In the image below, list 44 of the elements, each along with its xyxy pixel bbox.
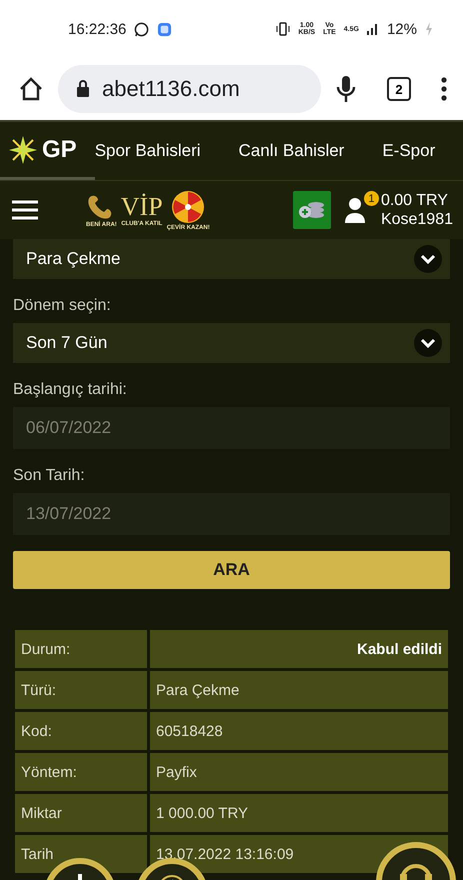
username: Kose1981 (380, 210, 453, 229)
wheel-icon (171, 190, 206, 224)
field-label: Son Tarih: (13, 467, 86, 485)
charging-icon (425, 22, 433, 36)
chevron-down-icon (414, 245, 442, 273)
table-cell: Kod: (15, 712, 147, 750)
app-notification-icon (157, 22, 172, 36)
address-bar[interactable]: abet1136.com (58, 65, 321, 113)
balance-amount: 0.00 TRY (380, 191, 449, 210)
table-cell: Türü: (15, 671, 147, 709)
table-cell: Para Çekme (150, 671, 448, 709)
table-cell: Miktar (15, 794, 147, 832)
nav-link[interactable]: Canlı Bahisler (238, 141, 344, 161)
notification-badge: 1 (364, 191, 379, 206)
nav-link[interactable]: Spor Bahisleri (94, 141, 201, 161)
chevron-down-icon (414, 329, 442, 357)
chat-icon (134, 22, 150, 36)
clock-time: 16:22:36 (68, 20, 126, 38)
signal-icon (366, 23, 379, 35)
search-button[interactable]: ARA (13, 551, 450, 589)
star-icon (8, 134, 38, 164)
table-cell: 1 000.00 TRY (150, 794, 448, 832)
lock-icon (76, 80, 90, 98)
table-cell: Yöntem: (15, 753, 147, 791)
field-label: Başlangıç tarihi: (13, 381, 128, 399)
deposit-button[interactable] (292, 191, 331, 229)
dropdown[interactable]: Son 7 Gün (13, 323, 450, 363)
table-cell: Kabul edildi (150, 630, 448, 668)
vip-logo: VİP (120, 194, 163, 220)
table-cell: 60518428 (150, 712, 448, 750)
home-icon[interactable] (18, 76, 44, 102)
more-menu-icon[interactable] (441, 77, 447, 101)
url-text: abet1136.com (102, 76, 240, 102)
menu-icon[interactable] (12, 200, 38, 220)
battery-percent: 12% (386, 20, 417, 38)
tab-switcher-button[interactable]: 2 (387, 77, 411, 101)
table-cell: Durum: (15, 630, 147, 668)
dropdown[interactable]: Para Çekme (13, 239, 450, 279)
nav-link[interactable]: E-Spor (382, 141, 436, 161)
table-cell: Payfix (150, 753, 448, 791)
coins-icon (298, 199, 326, 221)
field-label: Dönem seçin: (13, 297, 112, 315)
vibrate-icon (276, 22, 290, 36)
microphone-icon[interactable] (335, 75, 357, 103)
